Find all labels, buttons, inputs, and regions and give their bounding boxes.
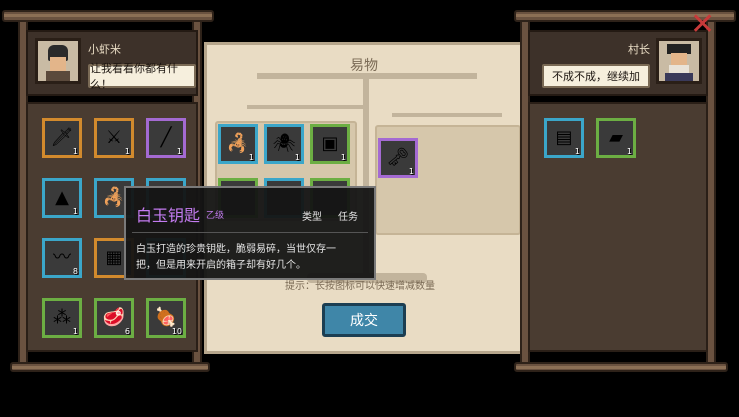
npc-inventory-panel: ▤ 1 ▰ 1 <box>528 102 708 352</box>
item-count: 6 <box>124 327 130 336</box>
tooltip-description-line1: 白玉打造的珍贵钥匙，脆弱易碎，当世仅存一 <box>136 244 336 255</box>
tooltip-description-line2: 把，但是用来开启的箱子却有好几个。 <box>136 260 306 271</box>
item-tooltip: 白玉钥匙 乙级 类型 任务 白玉打造的珍贵钥匙，脆弱易碎，当世仅存一 把，但是用… <box>124 186 376 280</box>
npc-speech-bubble: 不成不成，继续加 <box>542 64 650 88</box>
item-slot[interactable]: 🍖 10 <box>146 298 186 338</box>
tooltip-grade: 乙级 <box>206 211 225 221</box>
armor-icon: ▣ <box>321 133 339 154</box>
right-header-panel: 村长 不成不成，继续加 <box>528 30 708 96</box>
item-count: 1 <box>626 147 632 156</box>
left-top-rod <box>2 10 214 22</box>
item-count: 1 <box>124 147 130 156</box>
item-slot[interactable]: 🥩 6 <box>94 298 134 338</box>
item-slot[interactable]: 〰 8 <box>42 238 82 278</box>
trade-title: 易物 <box>350 58 378 74</box>
item-slot[interactable]: 🗝 1 <box>378 138 418 178</box>
item-count: 1 <box>72 327 78 336</box>
item-slot[interactable]: ▰ 1 <box>596 118 636 158</box>
staff-icon: ╱ <box>160 127 172 148</box>
npc-avatar <box>656 38 702 84</box>
item-slot[interactable]: ⁂ 1 <box>42 298 82 338</box>
tooltip-item-name: 白玉钥匙 <box>136 206 201 225</box>
halberd-icon: ⚔ <box>105 127 123 148</box>
meat-icon: 🥩 <box>102 307 126 328</box>
scorpion-icon: 🦂 <box>226 133 250 154</box>
raw-meat-icon: 🍖 <box>154 307 178 328</box>
item-slot[interactable]: ⚔ 1 <box>94 118 134 158</box>
left-bottom-rod <box>10 362 210 372</box>
item-count: 8 <box>72 267 78 276</box>
item-count: 1 <box>574 147 580 156</box>
tooltip-type-value: 任务 <box>338 212 358 223</box>
right-bottom-rod <box>514 362 728 372</box>
item-slot[interactable]: ▤ 1 <box>544 118 584 158</box>
item-count: 1 <box>72 207 78 216</box>
spider-icon: 🕷 <box>272 133 296 154</box>
item-count: 10 <box>171 327 182 336</box>
scale-left-pan <box>247 105 367 109</box>
item-slot[interactable]: 🕷 1 <box>264 124 304 164</box>
item-count: 1 <box>248 153 254 162</box>
key-icon: 🗝 <box>386 147 410 168</box>
ingot-icon: ▰ <box>609 127 623 148</box>
item-slot[interactable]: ▲ 1 <box>42 178 82 218</box>
close-icon[interactable]: ✕ <box>690 10 715 40</box>
player-avatar <box>35 38 81 84</box>
left-header-panel: 小虾米 让我看看你都有什么！ <box>26 30 198 96</box>
item-count: 1 <box>294 153 300 162</box>
seeds-icon: ⁂ <box>53 307 71 328</box>
player-speech-bubble: 让我看看你都有什么！ <box>88 62 196 91</box>
item-slot[interactable]: ╱ 1 <box>146 118 186 158</box>
npc-name: 村长 <box>628 43 650 56</box>
item-slot[interactable]: 🗡 1 <box>42 118 82 158</box>
sword-icon: 🗡 <box>50 127 74 148</box>
item-slot[interactable]: 🦂 1 <box>218 124 258 164</box>
item-count: 1 <box>340 153 346 162</box>
item-count: 1 <box>408 167 414 176</box>
trade-button[interactable]: 成交 <box>322 303 406 337</box>
scale-right-pan <box>392 113 502 117</box>
scroll-icon: ▤ <box>555 127 573 148</box>
tooltip-type-label: 类型 <box>302 212 322 223</box>
player-name: 小虾米 <box>88 43 121 56</box>
item-count: 1 <box>176 147 182 156</box>
item-count: 1 <box>72 147 78 156</box>
item-slot[interactable]: ▣ 1 <box>310 124 350 164</box>
powder-icon: ▲ <box>55 187 69 208</box>
scorpion-icon: 🦂 <box>102 187 126 208</box>
cloth-icon: ▦ <box>105 247 123 268</box>
centipede-icon: 〰 <box>53 247 71 268</box>
tooltip-divider <box>132 232 368 233</box>
